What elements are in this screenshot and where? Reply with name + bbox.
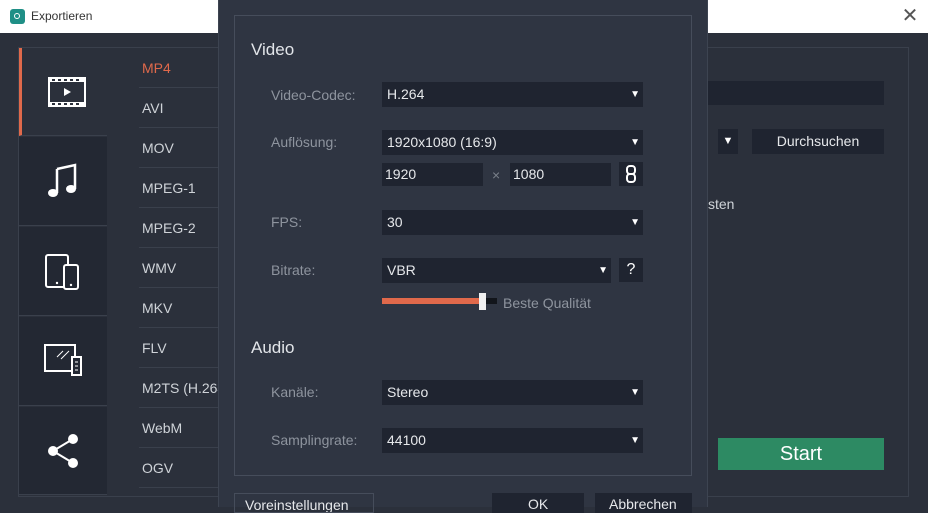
samplerate-select[interactable]: 44100 ▼	[382, 428, 643, 453]
quality-label: Beste Qualität	[503, 295, 591, 311]
format-m2ts[interactable]: M2TS (H.264)	[139, 368, 219, 408]
format-mp4[interactable]: MP4	[139, 48, 219, 88]
format-mpeg1[interactable]: MPEG-1	[139, 168, 219, 208]
chevron-down-icon: ▼	[630, 217, 640, 228]
audio-section-title: Audio	[251, 338, 295, 357]
format-mkv[interactable]: MKV	[139, 288, 219, 328]
format-avi[interactable]: AVI	[139, 88, 219, 128]
chevron-down-icon: ▼	[630, 387, 640, 398]
chevron-down-icon: ▼	[598, 265, 608, 276]
channels-value: Stereo	[387, 384, 429, 400]
bitrate-label: Bitrate:	[271, 262, 316, 278]
bitrate-select[interactable]: VBR ▼	[382, 258, 611, 283]
chevron-down-icon: ▼	[630, 435, 640, 446]
channels-select[interactable]: Stereo ▼	[382, 380, 643, 405]
film-icon	[48, 77, 86, 107]
window-title: Exportieren	[31, 9, 93, 23]
chevron-down-icon: ▼	[630, 89, 640, 100]
folder-dropdown-arrow[interactable]: ▼	[718, 129, 738, 154]
quality-slider-handle[interactable]	[479, 293, 486, 310]
format-wmv[interactable]: WMV	[139, 248, 219, 288]
codec-value: H.264	[387, 86, 425, 102]
category-video[interactable]	[19, 48, 107, 136]
height-input[interactable]: 1080	[510, 163, 611, 186]
category-audio[interactable]	[19, 137, 107, 226]
codec-label: Video-Codec:	[271, 87, 356, 103]
category-share[interactable]	[19, 407, 107, 495]
resolution-label: Auflösung:	[271, 134, 338, 150]
video-section-title: Video	[251, 40, 295, 59]
samplerate-value: 44100	[387, 432, 426, 448]
chevron-down-icon: ▼	[630, 137, 640, 148]
browse-button[interactable]: Durchsuchen	[752, 129, 884, 154]
ok-button[interactable]: OK	[492, 493, 584, 513]
samplerate-label: Samplingrate:	[271, 432, 358, 448]
quality-slider-fill	[382, 298, 482, 304]
resolution-select[interactable]: 1920x1080 (16:9) ▼	[382, 130, 643, 155]
fps-select[interactable]: 30 ▼	[382, 210, 643, 235]
tablet-phone-icon	[45, 254, 79, 290]
codec-select[interactable]: H.264 ▼	[382, 82, 643, 107]
chain-link-icon	[626, 165, 636, 183]
bitrate-value: VBR	[387, 262, 416, 278]
close-button[interactable]: ✕	[898, 4, 922, 28]
fps-label: FPS:	[271, 214, 303, 230]
width-input[interactable]: 1920	[382, 163, 483, 186]
share-icon	[48, 434, 78, 468]
option-label-partial: sten	[708, 196, 735, 212]
format-ogv[interactable]: OGV	[139, 448, 219, 488]
filename-field[interactable]	[708, 81, 884, 105]
app-icon	[10, 9, 25, 24]
format-webm[interactable]: WebM	[139, 408, 219, 448]
cancel-button[interactable]: Abbrechen	[595, 493, 692, 513]
category-tv[interactable]	[19, 317, 107, 406]
resolution-value: 1920x1080 (16:9)	[387, 134, 497, 150]
channels-label: Kanäle:	[271, 384, 319, 400]
start-button[interactable]: Start	[718, 438, 884, 470]
tv-icon	[44, 344, 82, 376]
music-note-icon	[48, 163, 77, 197]
times-symbol: ×	[492, 167, 501, 183]
aspect-lock-button[interactable]	[619, 162, 643, 186]
category-devices[interactable]	[19, 227, 107, 316]
bitrate-help-button[interactable]: ?	[619, 258, 643, 282]
presets-button[interactable]: Voreinstellungen	[234, 493, 374, 513]
fps-value: 30	[387, 214, 403, 230]
format-mov[interactable]: MOV	[139, 128, 219, 168]
format-mpeg2[interactable]: MPEG-2	[139, 208, 219, 248]
format-flv[interactable]: FLV	[139, 328, 219, 368]
